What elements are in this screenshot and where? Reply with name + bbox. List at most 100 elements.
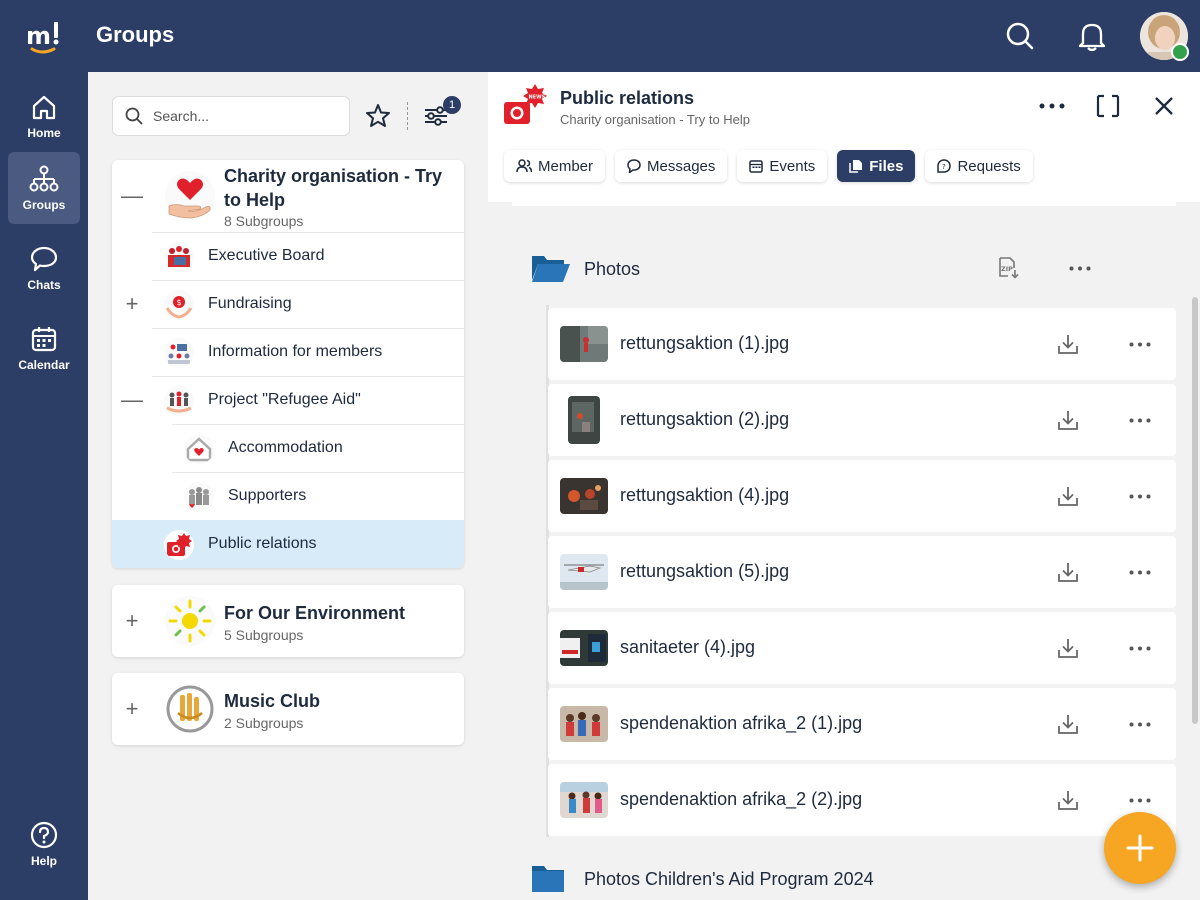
plus-icon (1126, 834, 1154, 862)
search-icon[interactable] (1002, 18, 1038, 54)
group-title: Charity organisation - Try to Help (224, 166, 443, 210)
download-icon[interactable] (1056, 636, 1080, 660)
file-more-icon[interactable] (1128, 332, 1152, 356)
house-heart-icon (184, 434, 214, 464)
tab-requests[interactable]: ? Requests (925, 150, 1033, 182)
file-row[interactable]: rettungsaktion (4).jpg (548, 460, 1176, 532)
tab-events[interactable]: Events (737, 150, 828, 182)
file-row[interactable]: spendenaktion afrika_2 (2).jpg (548, 764, 1176, 836)
file-row[interactable]: spendenaktion afrika_2 (1).jpg (548, 688, 1176, 760)
app-logo[interactable]: m (24, 16, 64, 56)
file-name: rettungsaktion (1).jpg (620, 333, 790, 353)
file-row[interactable]: rettungsaktion (1).jpg (548, 308, 1176, 380)
download-icon[interactable] (1056, 788, 1080, 812)
expand-icon[interactable]: + (122, 293, 142, 315)
filter-count-badge: 1 (443, 96, 461, 114)
page-title: Groups (96, 22, 175, 47)
zip-download-icon[interactable]: ZIP (996, 256, 1020, 280)
help-icon (30, 821, 58, 848)
tab-events-label: Events (769, 157, 816, 175)
nav-calendar[interactable]: Calendar (8, 312, 80, 384)
meeting-icon (164, 338, 194, 368)
group-header[interactable]: — Charity organisation - Try to Help 8 S… (112, 160, 464, 232)
file-more-icon[interactable] (1128, 560, 1152, 584)
group-card-music[interactable]: + Music Club 2 Subgroups (112, 673, 464, 745)
board-members-icon (164, 242, 194, 272)
download-icon[interactable] (1056, 484, 1080, 508)
heart-hand-logo-icon (165, 171, 215, 221)
detail-header: NEWS Public relations Charity organisati… (488, 72, 1200, 202)
subgroup-label: Public relations (208, 535, 317, 552)
photo-thumbnail (560, 478, 608, 514)
file-more-icon[interactable] (1128, 788, 1152, 812)
subgroup-supporters[interactable]: Supporters (112, 472, 464, 520)
subgroup-accommodation[interactable]: Accommodation (112, 424, 464, 472)
online-status-icon (1171, 43, 1189, 61)
collapse-icon[interactable]: — (121, 185, 143, 207)
add-button[interactable] (1104, 812, 1176, 884)
search-input[interactable] (153, 108, 333, 124)
detail-subtitle: Charity organisation - Try to Help (560, 112, 751, 127)
folder-row[interactable]: Photos ZIP (488, 240, 1200, 296)
download-icon[interactable] (1056, 332, 1080, 356)
expand-icon[interactable]: + (122, 610, 142, 632)
file-row[interactable]: sanitaeter (4).jpg (548, 612, 1176, 684)
groups-icon (29, 165, 59, 191)
fullscreen-icon[interactable] (1092, 90, 1124, 122)
more-options-icon[interactable] (1036, 90, 1068, 122)
expand-icon[interactable]: + (122, 698, 142, 720)
file-more-icon[interactable] (1128, 484, 1152, 508)
svg-text:m: m (26, 22, 51, 50)
search-field[interactable] (112, 96, 350, 136)
nav-help[interactable]: Help (8, 808, 80, 880)
subgroup-public-relations[interactable]: Public relations (112, 520, 464, 568)
file-row[interactable]: rettungsaktion (2).jpg (548, 384, 1176, 456)
money-bag-hands-icon: $ (164, 290, 194, 320)
download-icon[interactable] (1056, 560, 1080, 584)
subgroup-label: Supporters (228, 487, 307, 504)
subgroup-fundraising[interactable]: + $ Fundraising (112, 280, 464, 328)
subgroup-label: Information for members (208, 343, 383, 360)
svg-text:$: $ (177, 298, 182, 307)
svg-text:ZIP: ZIP (1001, 265, 1013, 273)
file-name: rettungsaktion (5).jpg (620, 561, 790, 581)
folder-row[interactable]: Photos Children's Aid Program 2024 (488, 848, 1200, 900)
subgroup-refugee-aid[interactable]: — Project "Refugee Aid" (112, 376, 464, 424)
folder-more-icon[interactable] (1068, 256, 1092, 280)
download-icon[interactable] (1056, 712, 1080, 736)
nav-home[interactable]: Home (8, 80, 80, 152)
tab-member[interactable]: Member (504, 150, 606, 182)
collapse-icon[interactable]: — (121, 389, 143, 411)
close-icon[interactable] (1148, 90, 1180, 122)
tab-messages[interactable]: Messages (615, 150, 728, 182)
file-name: rettungsaktion (4).jpg (620, 485, 790, 505)
camera-news-icon (164, 530, 194, 560)
group-card-environment[interactable]: + For Our Environment 5 Subgroups (112, 585, 464, 657)
svg-text:NEWS: NEWS (529, 95, 546, 101)
file-row[interactable]: rettungsaktion (5).jpg (548, 536, 1176, 608)
nav-chats-label: Chats (27, 277, 61, 292)
tab-files[interactable]: Files (837, 150, 916, 182)
detail-tabs: Member Messages Events Files ? Requests (504, 150, 1033, 182)
file-more-icon[interactable] (1128, 636, 1152, 660)
subgroup-information-for-members[interactable]: Information for members (112, 328, 464, 376)
bell-icon[interactable] (1074, 18, 1110, 54)
nav-chats[interactable]: Chats (8, 232, 80, 304)
file-more-icon[interactable] (1128, 408, 1152, 432)
group-detail-panel: NEWS Public relations Charity organisati… (488, 72, 1200, 900)
svg-text:?: ? (942, 163, 946, 171)
photo-thumbnail (560, 326, 608, 362)
open-folder-icon (532, 256, 570, 282)
download-icon[interactable] (1056, 408, 1080, 432)
sun-logo-icon (165, 596, 215, 646)
file-name: spendenaktion afrika_2 (2).jpg (620, 789, 863, 809)
scrollbar[interactable] (1192, 297, 1198, 724)
subgroup-executive-board[interactable]: Executive Board (112, 232, 464, 280)
file-more-icon[interactable] (1128, 712, 1152, 736)
nav-groups[interactable]: Groups (8, 152, 80, 224)
favorites-star-icon[interactable] (364, 102, 392, 130)
file-name: spendenaktion afrika_2 (1).jpg (620, 713, 863, 733)
left-nav: Home Groups Chats Calendar Help (0, 72, 88, 900)
music-instrument-logo-icon (166, 685, 214, 733)
toolbar-divider (407, 102, 408, 130)
